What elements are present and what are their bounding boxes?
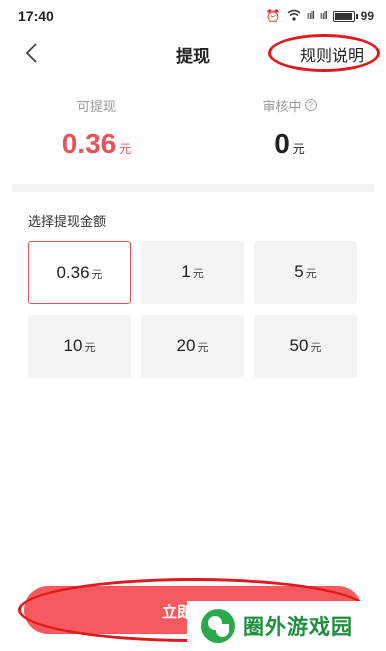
amount-option[interactable]: 5 元 (254, 241, 357, 304)
amount-option-value: 1 (181, 262, 191, 281)
pending-value: 0 元 (193, 128, 386, 160)
available-unit: 元 (119, 142, 132, 156)
status-icons: ⏰ ııll ııll 99 (266, 9, 374, 24)
pending-label: 审核中 (262, 98, 302, 114)
battery-level: 99 (360, 9, 374, 23)
amount-option-value: 50 (289, 336, 309, 355)
pending-label-row: 审核中 ? (193, 96, 386, 114)
available-amount: 0.36 (61, 128, 117, 159)
balance-summary: 可提现 0.36 元 审核中 ? 0 元 (0, 96, 386, 176)
amount-option[interactable]: 50 元 (254, 315, 357, 378)
amount-option-value: 20 (176, 336, 196, 355)
amount-option[interactable]: 1 元 (141, 241, 244, 304)
amount-option-unit: 元 (91, 269, 103, 281)
available-balance: 可提现 0.36 元 (0, 96, 193, 176)
pending-unit: 元 (292, 142, 305, 156)
available-label: 可提现 (76, 98, 116, 114)
nav-bar: 提现 规则说明 (0, 32, 386, 74)
signal-icon: ııll (306, 10, 315, 22)
amount-option-unit: 元 (305, 268, 317, 280)
amount-option-value: 10 (63, 336, 83, 355)
amount-option-value: 5 (294, 262, 304, 281)
status-time: 17:40 (18, 8, 54, 24)
amount-option-selected[interactable]: 0.36 元 (28, 241, 131, 304)
help-icon[interactable]: ? (304, 99, 317, 111)
watermark-text: 圈外游戏园 (243, 616, 353, 639)
amount-options: 0.36 元 1 元 5 元 10 元 20 元 50 元 (28, 241, 357, 378)
amount-option-unit: 元 (310, 342, 322, 354)
wifi-icon (287, 9, 301, 24)
status-bar: 17:40 ⏰ ııll ııll 99 (0, 0, 386, 32)
amount-option[interactable]: 10 元 (28, 315, 131, 378)
rules-link[interactable]: 规则说明 (296, 40, 368, 68)
amount-option[interactable]: 20 元 (141, 315, 244, 378)
amount-option-value: 0.36 (56, 263, 90, 282)
watermark: 圈外游戏园 (187, 601, 377, 651)
alarm-icon: ⏰ (265, 9, 281, 23)
available-value: 0.36 元 (0, 128, 193, 160)
pending-balance: 审核中 ? 0 元 (193, 96, 386, 176)
amount-option-unit: 元 (84, 342, 96, 354)
pending-amount: 0 (274, 128, 290, 159)
signal-icon-2: ııll (319, 10, 328, 22)
amount-option-unit: 元 (192, 268, 204, 280)
section-divider (12, 184, 374, 192)
amount-section-title: 选择提现金额 (28, 214, 107, 229)
watermark-logo-icon (201, 609, 235, 643)
battery-icon (332, 10, 358, 22)
amount-option-unit: 元 (197, 342, 209, 354)
